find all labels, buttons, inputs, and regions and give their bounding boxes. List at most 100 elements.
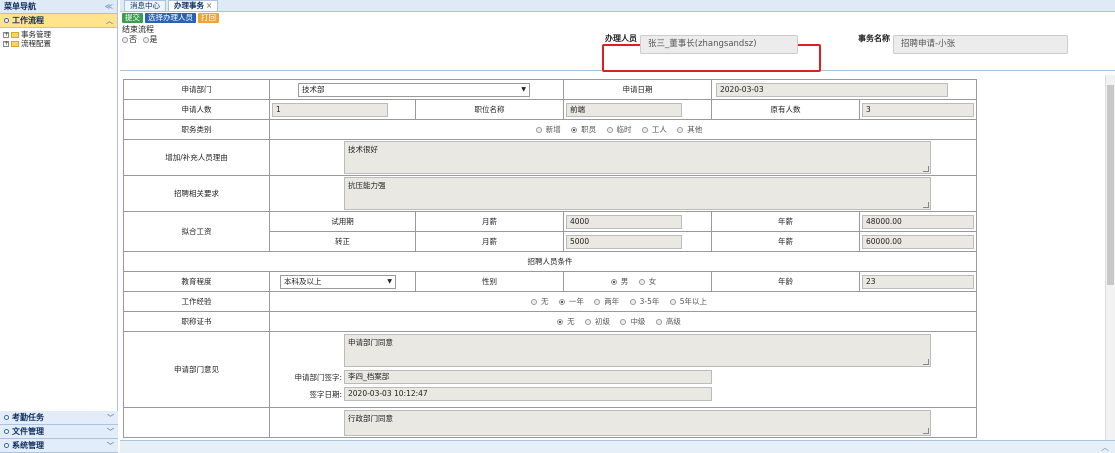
sign-date-field[interactable]: 2020-03-03 10:12:47 (344, 387, 712, 401)
regular-label: 转正 (269, 231, 416, 252)
end-flow-label: 结束流程 (122, 25, 154, 34)
expand-icon[interactable]: + (3, 31, 9, 38)
age-label: 年龄 (711, 271, 860, 292)
tab-label: 消息中心 (130, 1, 160, 10)
tab-bar: 消息中心 办理事务 × (120, 0, 1115, 12)
exp-option[interactable]: 5年以上 (669, 297, 711, 306)
regular-month-field[interactable]: 5000 (566, 234, 682, 249)
cert-options: 无 初级 中级 高级 (269, 311, 977, 332)
close-icon[interactable]: × (206, 1, 212, 10)
edu-select[interactable]: 本科及以上 ▼ (280, 274, 396, 289)
chevron-up-icon[interactable]: ︿ (106, 16, 113, 26)
panel-label: 考勤任务 (12, 413, 44, 422)
panel-workflow-label: 工作流程 (12, 16, 44, 25)
date-label: 申请日期 (563, 79, 712, 100)
dept-opinion-textarea[interactable]: 申请部门同意 (344, 334, 931, 367)
salary-label: 拟合工资 (123, 211, 270, 252)
cert-option[interactable]: 无 (557, 317, 579, 326)
menu-tree: + 事务管理 + 流程配置 (0, 28, 117, 50)
dropdown-arrow-icon: ▼ (521, 85, 526, 93)
probation-month-label: 月薪 (415, 211, 564, 232)
require-textarea[interactable]: 抗压能力强 (344, 177, 931, 210)
end-flow-yes-radio[interactable] (142, 36, 149, 43)
dept-sign-field[interactable]: 李四_档案部 (344, 370, 712, 384)
position-label: 职位名称 (415, 99, 564, 120)
count-field[interactable]: 1 (272, 102, 388, 117)
cert-option[interactable]: 高级 (655, 317, 685, 326)
task-name-label: 事务名称 (858, 34, 890, 43)
category-option[interactable]: 临时 (606, 125, 636, 134)
category-options: 新增 职员 临时 工人 其他 (269, 119, 977, 140)
end-flow-group: 结束流程 否 是 (122, 25, 158, 45)
expand-icon[interactable]: + (3, 40, 9, 47)
age-field[interactable]: 23 (862, 274, 974, 289)
panel-attendance[interactable]: 考勤任务 ﹀ (0, 411, 118, 425)
category-label: 职务类别 (123, 119, 270, 140)
edu-label: 教育程度 (123, 271, 270, 292)
footer-bar: ︿ (120, 440, 1115, 453)
reason-textarea[interactable]: 技术很好 (344, 141, 931, 174)
main-area: 消息中心 办理事务 × 提交 选择办理人员 打回 结束流程 否 是 办理人员 张三… (120, 0, 1115, 453)
tree-item-affairs[interactable]: + 事务管理 (3, 30, 114, 39)
tree-item-flow-config[interactable]: + 流程配置 (3, 39, 114, 48)
regular-year-field[interactable]: 60000.00 (862, 234, 974, 249)
end-flow-yes-label: 是 (149, 35, 158, 44)
dept-select[interactable]: 技术部 ▼ (298, 82, 530, 97)
panel-label: 文件管理 (12, 427, 44, 436)
exp-option[interactable]: 两年 (594, 297, 623, 306)
gender-option[interactable]: 女 (638, 277, 661, 286)
task-name-field[interactable]: 招聘申请-小张 (893, 35, 1068, 54)
cert-option[interactable]: 中级 (620, 317, 649, 326)
chevron-down-icon[interactable]: ﹀ (107, 427, 114, 437)
category-option[interactable]: 新增 (535, 125, 565, 134)
dept-label: 申请部门 (123, 79, 270, 100)
select-handler-button[interactable]: 选择办理人员 (145, 13, 196, 23)
category-option[interactable]: 职员 (571, 125, 600, 134)
admin-opinion-textarea[interactable]: 行政部门同意 (344, 410, 931, 436)
submit-button[interactable]: 提交 (122, 13, 143, 23)
handler-field[interactable]: 张三_董事长(zhangsandsz) (640, 35, 798, 54)
gender-label: 性别 (415, 271, 564, 292)
scrollbar-thumb[interactable] (1107, 85, 1114, 285)
category-option[interactable]: 工人 (641, 125, 671, 134)
panel-system[interactable]: 系统管理 ﹀ (0, 439, 118, 453)
category-option[interactable]: 其他 (677, 125, 706, 134)
exp-options: 无 一年 两年 3-5年 5年以上 (269, 291, 977, 312)
admin-opinion-label (123, 407, 270, 438)
cert-option[interactable]: 初级 (585, 317, 614, 326)
reason-label: 增加/补充人员理由 (123, 139, 270, 176)
existing-field[interactable]: 3 (862, 102, 974, 117)
collapse-sidebar-icon[interactable]: ≪ (105, 2, 113, 11)
end-flow-no-radio[interactable] (122, 36, 128, 43)
cert-label: 职称证书 (123, 311, 270, 332)
probation-year-field[interactable]: 48000.00 (862, 214, 974, 229)
chevron-down-icon[interactable]: ﹀ (107, 413, 114, 423)
tab-messages[interactable]: 消息中心 (124, 0, 166, 11)
exp-option[interactable]: 一年 (558, 297, 588, 306)
recruit-form-table: 申请部门 技术部 ▼ 申请日期 2020-03-03 申请人数 1 职位名称 前端… (123, 79, 977, 438)
sign-date-label: 签字日期: (309, 389, 342, 399)
probation-month-field[interactable]: 4000 (566, 214, 682, 229)
probation-year-label: 年薪 (711, 211, 860, 232)
return-button[interactable]: 打回 (198, 13, 219, 23)
date-field[interactable]: 2020-03-03 (716, 82, 948, 97)
bottom-panels: 考勤任务 ﹀ 文件管理 ﹀ 系统管理 ﹀ (0, 411, 118, 453)
panel-files[interactable]: 文件管理 ﹀ (0, 425, 118, 439)
dept-opinion-label: 申请部门意见 (123, 331, 270, 408)
vertical-scrollbar[interactable] (1105, 75, 1115, 440)
circle-icon (4, 415, 9, 420)
tab-handle-affairs[interactable]: 办理事务 × (168, 0, 219, 11)
exp-option[interactable]: 无 (530, 297, 553, 306)
probation-label: 试用期 (269, 211, 416, 232)
chevron-down-icon[interactable]: ﹀ (107, 441, 114, 451)
expand-up-icon[interactable]: ︿ (1101, 442, 1109, 453)
position-field[interactable]: 前端 (566, 102, 682, 117)
panel-workflow[interactable]: 工作流程 ︿ (0, 14, 117, 28)
sidebar-header: 菜单导航 ≪ (0, 0, 117, 14)
circle-icon (4, 443, 9, 448)
dept-sign-label: 申请部门签字: (294, 372, 342, 382)
circle-icon (4, 18, 9, 23)
gender-option[interactable]: 男 (610, 277, 633, 286)
exp-option[interactable]: 3-5年 (629, 297, 664, 306)
regular-year-label: 年薪 (711, 231, 860, 252)
